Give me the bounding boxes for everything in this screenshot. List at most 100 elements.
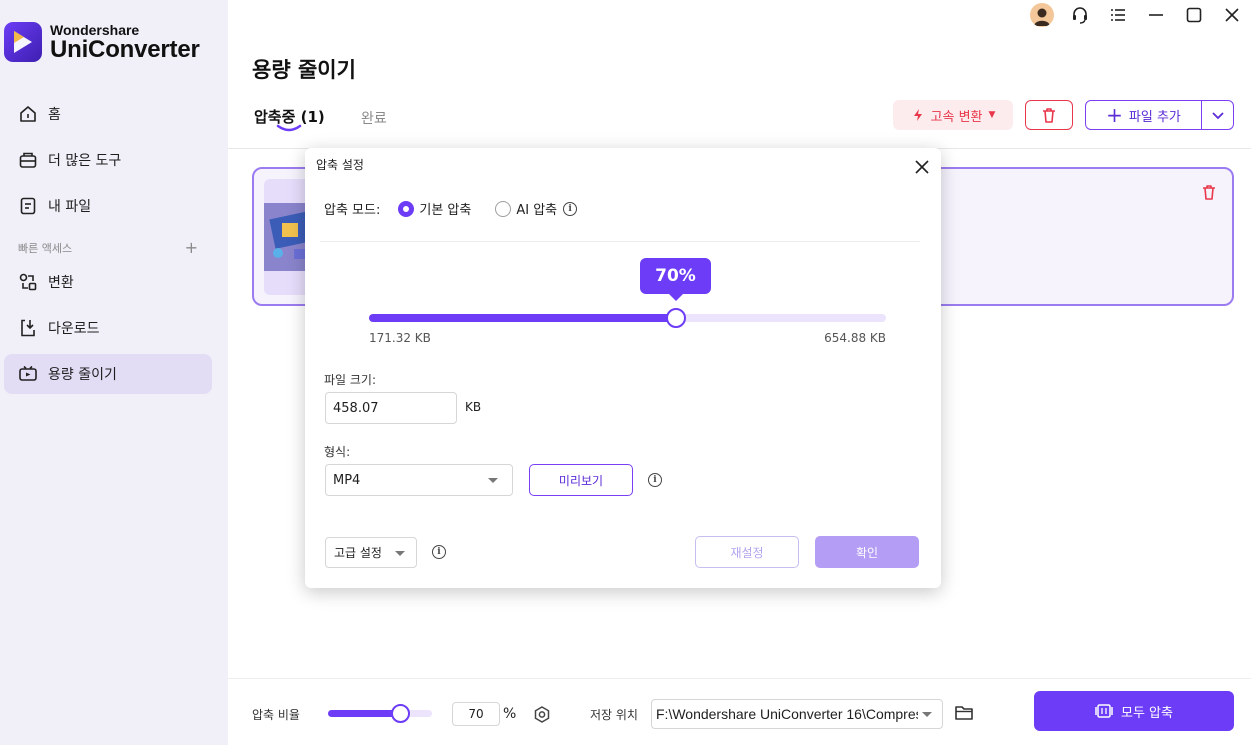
fast-convert-button[interactable]: 고속 변환 ▼: [893, 100, 1013, 130]
sidebar-item-label: 다운로드: [48, 321, 100, 337]
radio-selected-icon[interactable]: [398, 200, 415, 217]
compression-ratio-handle[interactable]: [391, 704, 411, 723]
folder-icon[interactable]: [954, 704, 974, 722]
headset-icon: [1073, 7, 1087, 24]
compression-ratio-slider[interactable]: [328, 710, 432, 717]
fast-convert-label: 고속 변환: [930, 109, 983, 125]
save-location-label: 저장 위치: [590, 708, 638, 722]
add-quick-access-button[interactable]: +: [185, 238, 198, 257]
caret-down-icon: ▼: [988, 110, 996, 120]
compression-slider-track[interactable]: [369, 314, 886, 322]
sidebar-item-more-tools[interactable]: 더 많은 도구: [4, 140, 212, 180]
close-icon: [1225, 8, 1239, 22]
sidebar-item-label: 용량 줄이기: [48, 367, 117, 383]
mode-ai-label: AI 압축: [516, 203, 558, 218]
sidebar: Wondershare UniConverter 홈 더 많은 도구 내 파일 …: [0, 0, 228, 745]
title-bar-controls: [1023, 3, 1251, 27]
uniconverter-logo-icon: [4, 22, 42, 62]
maximize-button[interactable]: [1175, 3, 1213, 27]
advanced-settings-label: 고급 설정: [334, 546, 382, 560]
bottom-bar: 압축 비율 70 % 저장 위치 F:\Wondershare UniConve…: [228, 678, 1251, 745]
sidebar-item-label: 더 많은 도구: [48, 153, 122, 169]
add-file-button[interactable]: + 파일 추가: [1085, 100, 1202, 130]
compression-mode-row: 압축 모드: 기본 압축 AI 압축 i: [324, 199, 578, 218]
mode-ai-option[interactable]: AI 압축 i: [495, 199, 578, 218]
compression-ratio-label: 압축 비율: [252, 708, 300, 722]
advanced-settings-select[interactable]: 고급 설정: [325, 537, 417, 568]
compress-film-icon: [1095, 704, 1113, 718]
plus-icon: +: [1106, 103, 1123, 127]
menu-button[interactable]: [1099, 3, 1137, 27]
reset-button[interactable]: 재설정: [695, 536, 799, 568]
compression-slider-fill: [369, 314, 676, 322]
info-icon[interactable]: i: [563, 201, 578, 216]
save-path-value: F:\Wondershare UniConverter 16\Compresse…: [656, 706, 918, 722]
home-icon: [18, 104, 38, 124]
sidebar-item-my-files[interactable]: 내 파일: [4, 186, 212, 226]
tab-completed[interactable]: 완료: [361, 108, 387, 128]
compress-all-button[interactable]: 모두 압축: [1034, 691, 1234, 731]
sidebar-item-download[interactable]: 다운로드: [4, 308, 212, 348]
compression-percent-bubble: 70%: [640, 258, 711, 301]
sidebar-item-convert[interactable]: 변환: [4, 262, 212, 302]
mode-basic-option[interactable]: 기본 압축: [398, 199, 471, 218]
preview-button[interactable]: 미리보기: [529, 464, 633, 496]
toolbox-icon: [18, 150, 38, 170]
compression-ratio-fill: [328, 710, 401, 717]
brand-name-small: Wondershare: [50, 21, 140, 38]
lightning-icon: [913, 109, 922, 121]
file-icon: [18, 196, 38, 216]
compression-mode-label: 압축 모드:: [324, 203, 381, 218]
trash-icon: [1043, 108, 1055, 123]
delete-all-button[interactable]: [1025, 100, 1073, 130]
format-label: 형식:: [324, 445, 351, 459]
page-title: 용량 줄이기: [252, 58, 356, 82]
remove-file-trash-icon[interactable]: [1200, 183, 1218, 201]
maximize-icon: [1186, 7, 1202, 23]
radio-unselected-icon[interactable]: [495, 200, 512, 217]
minimize-button[interactable]: [1137, 3, 1175, 27]
close-window-button[interactable]: [1213, 3, 1251, 27]
file-size-unit: KB: [465, 400, 482, 414]
tab-active-indicator: [276, 124, 302, 132]
add-file-dropdown-button[interactable]: [1201, 100, 1234, 130]
minimize-icon: [1149, 14, 1163, 16]
brand: Wondershare UniConverter: [4, 22, 200, 62]
info-icon[interactable]: i: [648, 473, 662, 487]
dropdown-arrow-icon: [922, 712, 932, 717]
dropdown-arrow-icon: [488, 478, 498, 483]
confirm-button[interactable]: 확인: [815, 536, 919, 568]
quick-access-header: 빠른 액세스 +: [18, 238, 198, 257]
file-size-label: 파일 크기:: [324, 373, 377, 387]
file-size-input[interactable]: 458.07: [325, 392, 457, 424]
dropdown-arrow-icon: [395, 551, 405, 556]
gear-icon[interactable]: [532, 705, 552, 725]
compression-ratio-input[interactable]: 70: [452, 702, 500, 726]
close-icon[interactable]: [913, 158, 931, 176]
format-value: MP4: [333, 472, 361, 488]
save-location-select[interactable]: F:\Wondershare UniConverter 16\Compresse…: [651, 699, 943, 729]
compression-slider-handle[interactable]: [665, 308, 686, 328]
avatar: [1030, 3, 1054, 27]
download-icon: [18, 318, 38, 338]
dialog-title: 압축 설정: [316, 158, 364, 172]
convert-icon: [18, 272, 38, 292]
sidebar-item-home[interactable]: 홈: [4, 94, 212, 134]
account-button[interactable]: [1023, 3, 1061, 27]
format-select[interactable]: MP4: [325, 464, 513, 496]
chevron-down-icon: [1211, 112, 1224, 120]
mode-basic-label: 기본 압축: [419, 203, 472, 218]
compression-ratio-unit: %: [503, 706, 517, 722]
sidebar-item-label: 홈: [48, 107, 61, 123]
sidebar-item-compress[interactable]: 용량 줄이기: [4, 354, 212, 394]
brand-name-big: UniConverter: [50, 35, 200, 63]
quick-access-label: 빠른 액세스: [18, 241, 73, 255]
support-headset-button[interactable]: [1061, 3, 1099, 27]
sidebar-item-label: 내 파일: [48, 199, 92, 215]
min-size-label: 171.32 KB: [369, 331, 431, 345]
sidebar-item-label: 변환: [48, 275, 74, 291]
compress-all-label: 모두 압축: [1121, 705, 1173, 721]
info-icon[interactable]: i: [432, 545, 446, 559]
compression-settings-dialog: 압축 설정 압축 모드: 기본 압축 AI 압축 i 70% 171.32 KB…: [305, 148, 941, 588]
compress-icon: [18, 364, 38, 384]
